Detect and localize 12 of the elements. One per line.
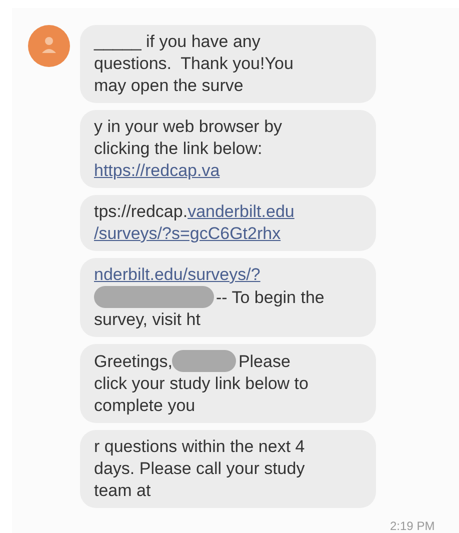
message-text: r questions within the next 4 days. Please call your study team at: [94, 436, 306, 502]
message-timestamp: 2:19 PM: [390, 519, 435, 533]
message-link[interactable]: /surveys/?s=gcC6Gt2rhx: [94, 224, 281, 243]
avatar-icon: [28, 25, 70, 67]
message-text: y in your web browser by clicking the link below: https://redcap.va: [94, 116, 284, 182]
message-link[interactable]: nderbilt.edu/surveys/?: [94, 265, 260, 284]
message-text: tps://redcap.vanderbilt.edu /surveys/?s=gcC6Gt2rhx: [94, 201, 296, 245]
message-text: _____ if you have any questions. Thank you!You may open the surve: [94, 31, 294, 97]
message-link[interactable]: vanderbilt.edu: [188, 202, 294, 221]
message-text: nderbilt.edu/surveys/? -- To begin the survey, visit ht: [94, 264, 326, 331]
message-text: Greetings, Please click your study link below to complete you: [94, 350, 310, 417]
message-link[interactable]: https://redcap.va: [94, 161, 220, 180]
